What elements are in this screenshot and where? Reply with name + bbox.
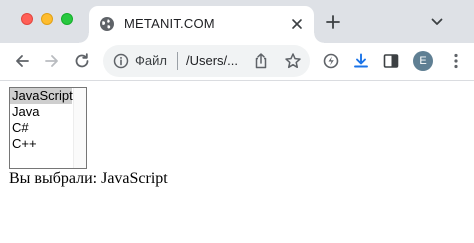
arrow-right-icon[interactable] bbox=[43, 52, 61, 70]
extension-icon[interactable] bbox=[322, 52, 340, 70]
kebab-menu-icon[interactable] bbox=[447, 52, 465, 70]
address-bar[interactable]: Файл /Users/... bbox=[103, 45, 310, 77]
selection-result: Вы выбрали: JavaScript bbox=[9, 170, 168, 187]
select-option[interactable]: JavaScript bbox=[10, 88, 73, 104]
info-icon[interactable] bbox=[113, 53, 129, 69]
chevron-down-icon[interactable] bbox=[431, 17, 443, 27]
window-close-button[interactable] bbox=[21, 13, 33, 25]
sidepanel-icon[interactable] bbox=[382, 52, 400, 70]
reload-icon[interactable] bbox=[73, 52, 91, 70]
close-icon[interactable] bbox=[290, 17, 304, 31]
window-maximize-button[interactable] bbox=[61, 13, 73, 25]
address-scheme-label: Файл bbox=[135, 53, 167, 68]
select-option[interactable]: Java bbox=[10, 104, 72, 120]
window-titlebar: METANIT.COM bbox=[0, 0, 474, 43]
language-select[interactable]: JavaScript Java C# C++ bbox=[9, 87, 87, 169]
select-scrollbar[interactable] bbox=[73, 88, 86, 168]
download-icon[interactable] bbox=[352, 52, 370, 70]
address-divider bbox=[177, 52, 178, 70]
browser-toolbar: Файл /Users/... E bbox=[0, 43, 474, 81]
star-icon[interactable] bbox=[284, 52, 302, 70]
window-minimize-button[interactable] bbox=[41, 13, 53, 25]
globe-icon bbox=[100, 17, 114, 31]
page-content: JavaScript Java C# C++ Вы выбрали: JavaS… bbox=[0, 82, 474, 243]
new-tab-button[interactable] bbox=[325, 14, 341, 30]
address-url[interactable]: /Users/... bbox=[186, 53, 238, 68]
share-icon[interactable] bbox=[253, 52, 269, 70]
arrow-left-icon[interactable] bbox=[13, 52, 31, 70]
tab-title: METANIT.COM bbox=[124, 16, 215, 31]
browser-tab[interactable]: METANIT.COM bbox=[79, 6, 324, 43]
profile-avatar[interactable]: E bbox=[413, 51, 433, 71]
select-option[interactable]: C# bbox=[10, 120, 72, 136]
select-option[interactable]: C++ bbox=[10, 136, 72, 152]
